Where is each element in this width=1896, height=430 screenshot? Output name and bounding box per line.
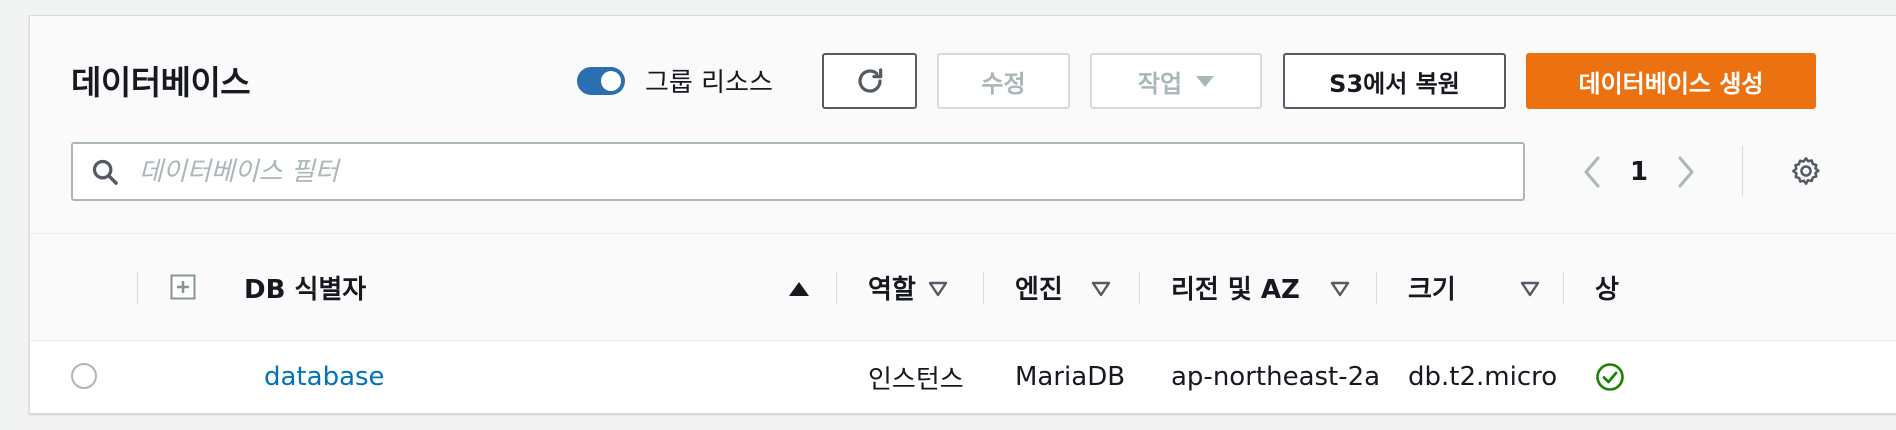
cell-role: 인스턴스 bbox=[868, 364, 964, 395]
caret-down-icon bbox=[1196, 75, 1215, 87]
restore-from-s3-button[interactable]: S3에서 복원 bbox=[1283, 53, 1506, 109]
databases-panel: 데이터베이스 그룹 리소스 수정 작업 S3에서 복원 데이터베이스 생성 데이… bbox=[29, 15, 1896, 414]
sort-ascending-icon[interactable] bbox=[788, 281, 810, 297]
search-box[interactable] bbox=[71, 142, 1525, 201]
cell-region-az: ap-northeast-2a bbox=[1171, 362, 1381, 392]
column-separator bbox=[137, 272, 138, 304]
column-separator bbox=[1563, 272, 1564, 304]
db-identifier-link[interactable]: database bbox=[264, 341, 385, 413]
column-separator bbox=[836, 272, 837, 304]
settings-button[interactable] bbox=[1790, 155, 1822, 191]
refresh-icon bbox=[857, 68, 882, 93]
gear-icon bbox=[1792, 157, 1820, 185]
sort-triangle-icon[interactable] bbox=[928, 281, 948, 297]
cell-status bbox=[1595, 341, 1625, 413]
refresh-button[interactable] bbox=[822, 53, 917, 109]
page-title: 데이터베이스 bbox=[71, 63, 251, 102]
panel-header: 데이터베이스 그룹 리소스 수정 작업 S3에서 복원 데이터베이스 생성 데이… bbox=[30, 16, 1896, 234]
toggle-knob bbox=[601, 70, 621, 91]
check-circle-icon bbox=[1596, 363, 1624, 391]
chevron-left-icon[interactable] bbox=[1580, 154, 1604, 190]
column-header-size[interactable]: 크기 bbox=[1408, 234, 1456, 340]
sort-triangle-icon[interactable] bbox=[1091, 281, 1111, 297]
column-separator bbox=[1139, 272, 1140, 304]
toggle-switch[interactable] bbox=[577, 66, 625, 95]
plus-square-icon bbox=[170, 274, 196, 300]
edit-button[interactable]: 수정 bbox=[937, 53, 1070, 109]
column-header-engine[interactable]: 엔진 bbox=[1015, 234, 1063, 340]
row-select-radio[interactable] bbox=[71, 363, 97, 389]
cell-engine: MariaDB bbox=[1015, 362, 1126, 392]
actions-label: 작업 bbox=[1137, 69, 1183, 98]
column-header-role[interactable]: 역할 bbox=[868, 234, 916, 340]
chevron-right-icon[interactable] bbox=[1674, 154, 1698, 190]
column-header-region-az[interactable]: 리전 및 AZ bbox=[1171, 234, 1300, 340]
sort-triangle-icon[interactable] bbox=[1520, 281, 1540, 297]
table-header: DB 식별자 역할 엔진 리전 및 AZ 크기 상 bbox=[30, 234, 1896, 341]
column-separator bbox=[1376, 272, 1377, 304]
pager-divider bbox=[1742, 146, 1743, 196]
search-input[interactable] bbox=[137, 155, 1441, 188]
expand-all-button[interactable] bbox=[170, 234, 196, 340]
column-separator bbox=[983, 272, 984, 304]
column-header-db-identifier[interactable]: DB 식별자 bbox=[244, 234, 366, 340]
cell-size: db.t2.micro bbox=[1408, 362, 1558, 392]
sort-triangle-icon[interactable] bbox=[1330, 281, 1350, 297]
search-icon bbox=[92, 159, 118, 185]
actions-button[interactable]: 작업 bbox=[1090, 53, 1262, 109]
pagination: 1 bbox=[1580, 152, 1698, 192]
group-resources-toggle[interactable]: 그룹 리소스 bbox=[577, 62, 773, 99]
toggle-label: 그룹 리소스 bbox=[645, 68, 773, 98]
current-page[interactable]: 1 bbox=[1604, 157, 1674, 187]
column-header-status[interactable]: 상 bbox=[1595, 234, 1619, 340]
create-database-button[interactable]: 데이터베이스 생성 bbox=[1526, 53, 1816, 109]
table-row[interactable]: database 인스턴스 MariaDB ap-northeast-2a db… bbox=[30, 341, 1896, 413]
